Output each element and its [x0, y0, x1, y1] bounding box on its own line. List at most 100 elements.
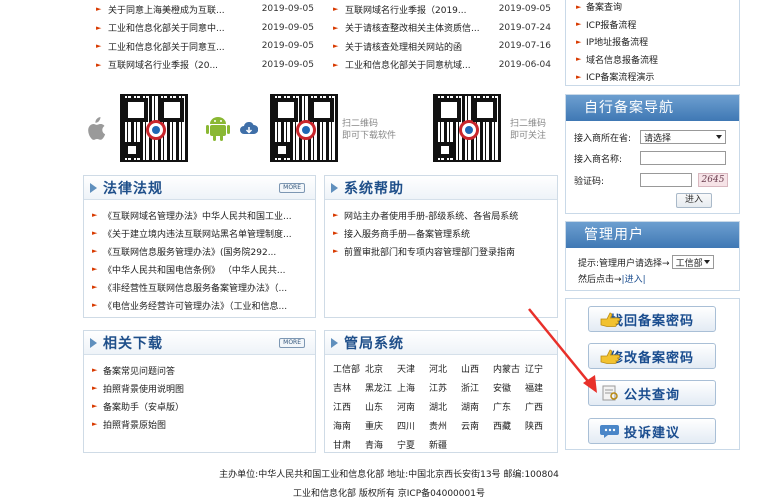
bureau-link[interactable]: 陕西	[525, 418, 557, 437]
quick-link[interactable]: ► ICP备案流程演示	[566, 68, 739, 86]
bureau-link[interactable]: 山东	[365, 399, 397, 418]
bureau-link[interactable]: 宁夏	[397, 437, 429, 456]
news-item-title[interactable]: 关于请核查处理相关网站的函	[345, 40, 462, 53]
law-item-title[interactable]: 《中华人民共和国电信条例》 （中华人民共...	[103, 263, 285, 276]
bureau-link[interactable]: 江苏	[429, 380, 461, 399]
news-item[interactable]: ► 关于请核查处理相关网站的函 2019-07-16	[333, 37, 551, 56]
province-select[interactable]: 请选择	[640, 130, 726, 144]
news-date: 2019-09-05	[261, 41, 314, 52]
bureau-link[interactable]: 湖南	[461, 399, 493, 418]
enter-button[interactable]: 进入	[676, 193, 713, 208]
quick-links-box: ► 备案查询 ► ICP报备流程 ► IP地址报备流程 ► 域名信息报备流程 ► ICP备案流程演…	[565, 0, 740, 86]
admin-enter-link[interactable]: |进入|	[622, 272, 646, 285]
help-item[interactable]: ► 网站主办者使用手册-部级系统、各省局系统	[333, 206, 557, 224]
change-password-button[interactable]: 修改备案密码	[588, 343, 716, 369]
bureau-link[interactable]: 重庆	[365, 418, 397, 437]
news-item-title[interactable]: 互联网域名行业季报（20...	[108, 58, 218, 71]
law-item-title[interactable]: 《关于建立境内违法互联网站黑名单管理制度...	[103, 227, 292, 240]
bureau-link[interactable]: 北京	[365, 361, 397, 380]
bureau-link[interactable]: 四川	[397, 418, 429, 437]
downloads-more-link[interactable]: MORE	[279, 337, 305, 348]
bureau-link[interactable]: 河南	[397, 399, 429, 418]
help-item-title[interactable]: 网站主办者使用手册-部级系统、各省局系统	[344, 209, 518, 222]
quick-link[interactable]: ► IP地址报备流程	[566, 33, 739, 51]
news-item-title[interactable]: 关于请核查整改相关主体资质信...	[345, 21, 480, 34]
bureau-link[interactable]: 天津	[397, 361, 429, 380]
quick-link[interactable]: ► 域名信息报备流程	[566, 51, 739, 69]
law-item[interactable]: ► 《关于建立境内违法互联网站黑名单管理制度...	[92, 224, 315, 242]
law-item-title[interactable]: 《互联网信息服务管理办法》(国务院292...	[103, 245, 276, 258]
public-query-button[interactable]: 公共查询	[588, 380, 716, 406]
news-item[interactable]: ► 关于请核查整改相关主体资质信... 2019-07-24	[333, 19, 551, 38]
bureau-link[interactable]: 湖北	[429, 399, 461, 418]
news-item-title[interactable]: 工业和信息化部关于同意中...	[108, 21, 225, 34]
help-item-title[interactable]: 前置审批部门和专项内容管理部门登录指南	[344, 245, 515, 258]
provider-name-input[interactable]	[640, 151, 726, 165]
law-item-title[interactable]: 《互联网域名管理办法》中华人民共和国工业...	[103, 209, 292, 222]
captcha-input[interactable]	[640, 173, 692, 187]
bureau-link[interactable]: 新疆	[429, 437, 461, 456]
law-item[interactable]: ► 《互联网信息服务管理办法》(国务院292...	[92, 242, 315, 260]
news-item[interactable]: ► 互联网域名行业季报（20... 2019-09-05	[96, 56, 314, 75]
bureau-link[interactable]: 山西	[461, 361, 493, 380]
news-item-title[interactable]: 互联网域名行业季报（2019...	[345, 3, 467, 16]
bureau-link[interactable]: 西藏	[493, 418, 525, 437]
bureau-link[interactable]: 河北	[429, 361, 461, 380]
bureau-link[interactable]: 上海	[397, 380, 429, 399]
bureau-link[interactable]: 吉林	[333, 380, 365, 399]
quick-link-title[interactable]: ICP备案流程演示	[586, 70, 654, 83]
law-item-title[interactable]: 《非经营性互联网信息服务备案管理办法》（...	[103, 281, 287, 294]
bureau-link[interactable]: 广东	[493, 399, 525, 418]
download-item-title[interactable]: 备案常见问题问答	[103, 364, 175, 377]
bureau-link[interactable]: 黑龙江	[365, 380, 397, 399]
download-item-title[interactable]: 备案助手（安卓版）	[103, 400, 184, 413]
news-item[interactable]: ► 互联网域名行业季报（2019... 2019-09-05	[333, 0, 551, 19]
news-item[interactable]: ► 工业和信息化部关于同意互... 2019-09-05	[96, 37, 314, 56]
bureau-link[interactable]: 工信部	[333, 361, 365, 380]
quick-link-title[interactable]: IP地址报备流程	[586, 35, 648, 48]
bullet-icon: ►	[333, 23, 339, 32]
download-item-title[interactable]: 拍照背景使用说明图	[103, 382, 184, 395]
law-item-title[interactable]: 《电信业务经营许可管理办法》（工业和信息...	[103, 299, 287, 312]
help-item[interactable]: ► 接入服务商手册—备案管理系统	[333, 224, 557, 242]
news-item[interactable]: ► 关于同意上海美橙成为互联... 2019-09-05	[96, 0, 314, 19]
news-item-title[interactable]: 工业和信息化部关于同意杭域...	[345, 58, 471, 71]
recover-password-button[interactable]: 找回备案密码	[588, 306, 716, 332]
bureau-link[interactable]: 内蒙古	[493, 361, 525, 380]
bureau-link[interactable]: 贵州	[429, 418, 461, 437]
help-item[interactable]: ► 前置审批部门和专项内容管理部门登录指南	[333, 242, 557, 260]
quick-link[interactable]: ► ICP报备流程	[566, 16, 739, 34]
law-title: 法律法规	[103, 180, 163, 197]
download-item-title[interactable]: 拍照背景原始图	[103, 418, 166, 431]
quick-link-title[interactable]: ICP报备流程	[586, 18, 636, 31]
help-item-title[interactable]: 接入服务商手册—备案管理系统	[344, 227, 470, 240]
captcha-image[interactable]: 2645	[698, 173, 728, 187]
law-item[interactable]: ► 《互联网域名管理办法》中华人民共和国工业...	[92, 206, 315, 224]
bureau-link[interactable]: 安徽	[493, 380, 525, 399]
law-item[interactable]: ► 《电信业务经营许可管理办法》（工业和信息...	[92, 296, 315, 314]
news-item-title[interactable]: 关于同意上海美橙成为互联...	[108, 3, 225, 16]
news-item[interactable]: ► 工业和信息化部关于同意杭域... 2019-06-04	[333, 56, 551, 75]
bureau-link[interactable]: 甘肃	[333, 437, 365, 456]
news-item[interactable]: ► 工业和信息化部关于同意中... 2019-09-05	[96, 19, 314, 38]
bureau-link[interactable]: 浙江	[461, 380, 493, 399]
quick-link-title[interactable]: 域名信息报备流程	[586, 53, 658, 66]
law-more-link[interactable]: MORE	[279, 182, 305, 193]
bureau-link[interactable]: 广西	[525, 399, 557, 418]
admin-select[interactable]: 工信部	[671, 255, 714, 269]
download-item[interactable]: ► 备案助手（安卓版）	[92, 397, 315, 415]
download-item[interactable]: ► 拍照背景原始图	[92, 415, 315, 433]
law-item[interactable]: ► 《非经营性互联网信息服务备案管理办法》（...	[92, 278, 315, 296]
complaint-button[interactable]: 投诉建议	[588, 418, 716, 444]
bureau-panel: 管局系统 工信部 北京 天津 河北 山西 内蒙古 辽宁 吉林 黑龙江 上海 江苏 浙江 安徽 福建 江西 山东…	[324, 330, 558, 453]
bureau-link[interactable]: 江西	[333, 399, 365, 418]
bureau-link[interactable]: 海南	[333, 418, 365, 437]
law-item[interactable]: ► 《中华人民共和国电信条例》 （中华人民共...	[92, 260, 315, 278]
quick-link[interactable]: ► 备案查询	[566, 0, 739, 16]
bureau-link[interactable]: 云南	[461, 418, 493, 437]
download-item[interactable]: ► 备案常见问题问答	[92, 361, 315, 379]
quick-link-title[interactable]: 备案查询	[586, 0, 622, 13]
news-item-title[interactable]: 工业和信息化部关于同意互...	[108, 40, 225, 53]
bureau-link[interactable]: 青海	[365, 437, 397, 456]
download-item[interactable]: ► 拍照背景使用说明图	[92, 379, 315, 397]
